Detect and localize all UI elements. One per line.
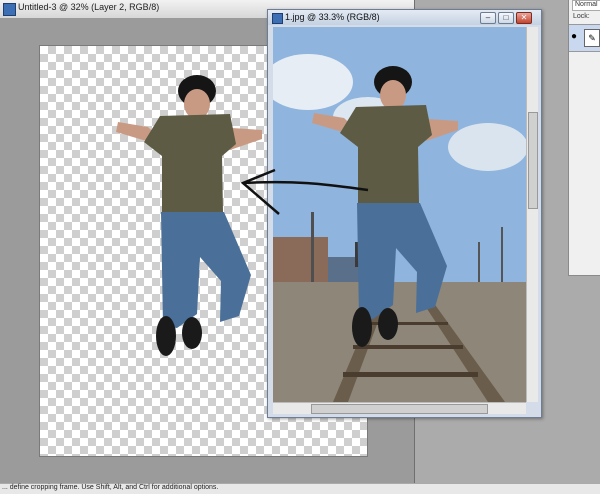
layer-row[interactable]: ● ✎: [569, 24, 600, 52]
status-text: ... define cropping frame. Use Shift, Al…: [2, 484, 219, 491]
document-window-photo[interactable]: 1.jpg @ 33.3% (RGB/8) – □ ✕: [267, 9, 542, 418]
brush-icon: ✎: [584, 29, 600, 47]
maximize-button[interactable]: □: [498, 12, 514, 24]
horizontal-scroll-thumb[interactable]: [311, 404, 488, 414]
photo-canvas[interactable]: [273, 27, 526, 402]
vertical-scrollbar[interactable]: [526, 27, 538, 402]
document-title: Untitled-3 @ 32% (Layer 2, RGB/8): [18, 2, 160, 12]
status-bar: ... define cropping frame. Use Shift, Al…: [0, 483, 600, 494]
document-titlebar-photo[interactable]: 1.jpg @ 33.3% (RGB/8) – □ ✕: [268, 10, 541, 25]
photoshop-document-icon: [272, 13, 283, 24]
horizontal-scrollbar[interactable]: [273, 402, 526, 414]
document-title: 1.jpg @ 33.3% (RGB/8): [285, 12, 380, 22]
eye-icon[interactable]: ●: [571, 32, 577, 42]
vertical-scroll-thumb[interactable]: [528, 112, 538, 209]
jumping-man-photo: [273, 27, 526, 402]
lock-label: Lock:: [573, 13, 590, 20]
photoshop-document-icon: [3, 3, 16, 16]
close-button[interactable]: ✕: [516, 12, 532, 24]
blend-mode-select[interactable]: Normal: [572, 0, 600, 11]
minimize-button[interactable]: –: [480, 12, 496, 24]
layers-panel: Normal Lock: ● ✎: [568, 0, 600, 276]
